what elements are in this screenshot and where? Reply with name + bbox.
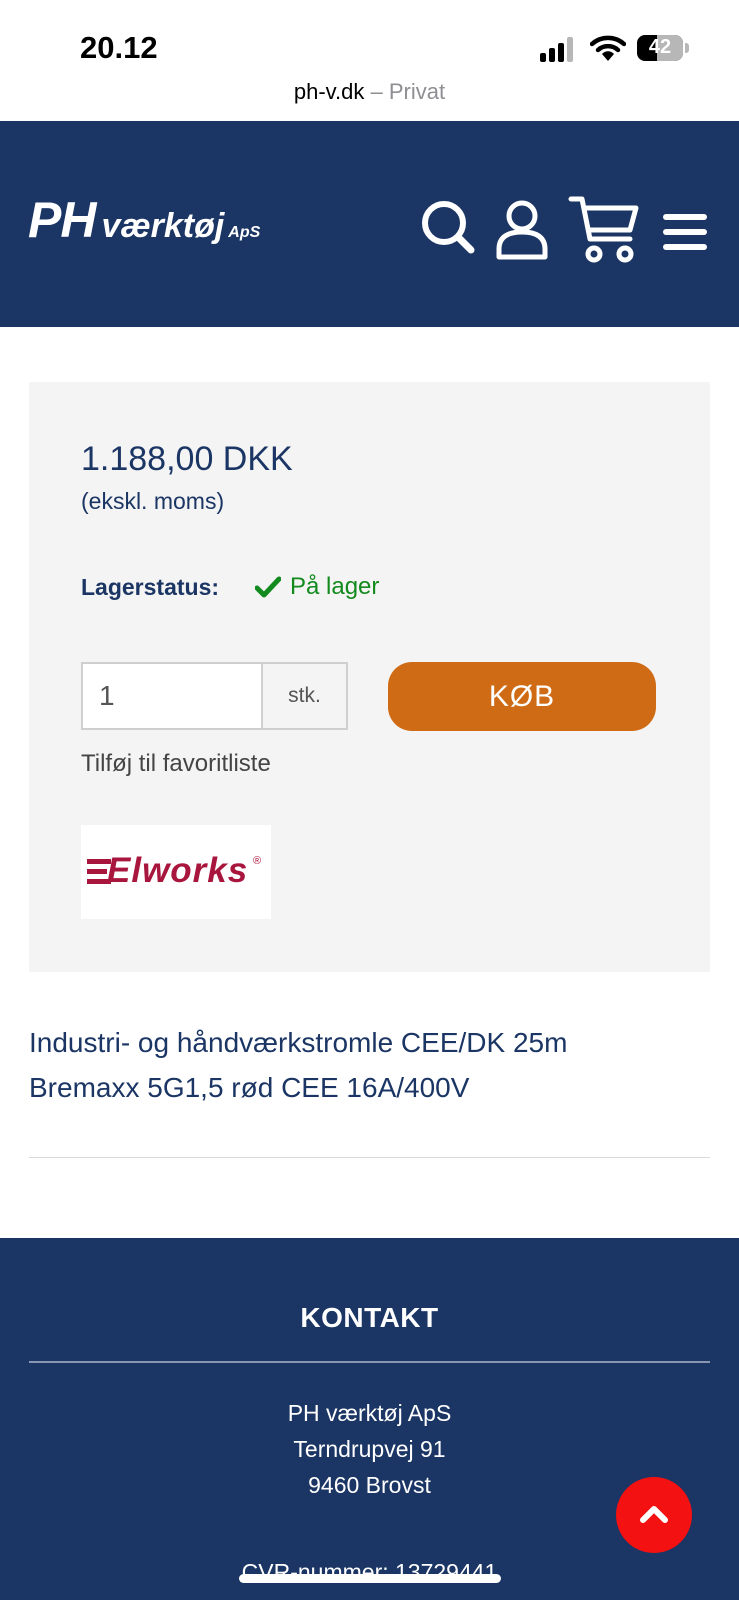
footer-company: PH værktøj ApS: [287, 1400, 452, 1426]
cart-icon[interactable]: [568, 194, 640, 264]
cellular-signal-icon: [540, 36, 578, 62]
status-time: 20.12: [80, 30, 158, 65]
registered-mark: ®: [253, 855, 262, 867]
product-purchase-card: 1.188,00 DKK (ekskl. moms) Lagerstatus: …: [29, 382, 710, 972]
logo-word: værktøj: [101, 207, 225, 245]
status-bar: 20.12 42 ph-v.dk – Privat: [0, 0, 739, 120]
scroll-to-top-button[interactable]: [616, 1477, 692, 1553]
url-bar[interactable]: ph-v.dk – Privat: [0, 79, 739, 105]
quantity-unit: stk.: [261, 662, 348, 730]
battery-icon: 42: [637, 35, 683, 61]
checkmark-icon: [255, 576, 281, 598]
logo-suffix: ApS: [228, 224, 261, 241]
battery-tip: [685, 43, 689, 53]
footer-heading: KONTAKT: [300, 1302, 439, 1333]
divider: [29, 1157, 710, 1158]
add-to-favorites-link[interactable]: Tilføj til favoritliste: [81, 750, 271, 778]
battery-level: 42: [648, 36, 672, 58]
footer-street: Terndrupvej 91: [293, 1436, 446, 1462]
footer-divider: [29, 1361, 710, 1363]
quantity-input[interactable]: [81, 662, 261, 730]
product-title: Industri- og håndværkstromle CEE/DK 25m …: [29, 1027, 568, 1103]
menu-icon[interactable]: [662, 212, 708, 252]
brand-logo[interactable]: Elworks ®: [81, 825, 271, 919]
product-price: 1.188,00 DKK: [81, 440, 293, 478]
site-footer: KONTAKT PH værktøj ApS Terndrupvej 91 94…: [0, 1238, 739, 1600]
price-vat-note: (ekskl. moms): [81, 488, 225, 514]
browsing-mode: Privat: [388, 79, 446, 104]
site-header: PH værktøj ApS: [0, 121, 739, 327]
stock-status-label: Lagerstatus:: [81, 574, 220, 600]
chevron-up-icon: [640, 1506, 668, 1523]
wifi-icon: [590, 35, 626, 61]
user-icon[interactable]: [494, 199, 550, 261]
site-logo[interactable]: PH værktøj ApS: [28, 191, 260, 249]
url-separator: –: [370, 79, 383, 104]
search-icon[interactable]: [420, 199, 476, 255]
buy-button[interactable]: KØB: [388, 662, 656, 731]
stock-status-value: På lager: [290, 573, 380, 600]
home-indicator[interactable]: [239, 1574, 501, 1583]
brand-name: Elworks: [107, 851, 249, 890]
logo-main: PH: [28, 192, 96, 248]
url-domain: ph-v.dk: [293, 79, 365, 104]
